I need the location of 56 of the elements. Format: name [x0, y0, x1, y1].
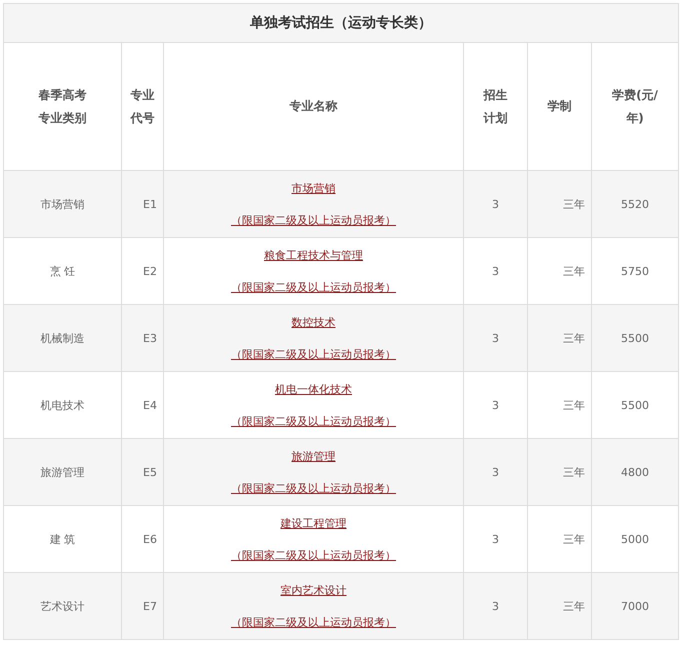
restriction-link[interactable]: （限国家二级及以上运动员报考） — [231, 346, 396, 362]
table-cell: 机械制造 — [4, 304, 122, 372]
table-cell: 5500 — [592, 372, 678, 438]
table-cell: 3 — [464, 506, 528, 572]
table-cell: 机电技术 — [4, 372, 122, 438]
table-cell: E7 — [122, 572, 164, 640]
table-cell: 艺术设计 — [4, 572, 122, 640]
major-link[interactable]: 市场营销 — [292, 180, 336, 196]
table-cell: 3 — [464, 372, 528, 438]
table-cell: 建 筑 — [4, 506, 122, 572]
table-title: 单独考试招生（运动专长类） — [4, 4, 678, 42]
column-header: 学费(元/年) — [611, 86, 659, 126]
major-link[interactable]: 数控技术 — [292, 314, 336, 330]
table-cell: E3 — [122, 304, 164, 372]
table-cell: 3 — [464, 170, 528, 238]
table-cell: 三年 — [528, 372, 592, 438]
table-cell: 3 — [464, 572, 528, 640]
table-cell: 旅游管理 — [4, 438, 122, 506]
major-link[interactable]: 室内艺术设计 — [280, 582, 346, 598]
table-cell: 5000 — [592, 506, 678, 572]
restriction-link[interactable]: （限国家二级及以上运动员报考） — [231, 414, 396, 428]
table-cell: 三年 — [528, 238, 592, 304]
table-cell: 烹 饪 — [4, 238, 122, 304]
column-header: 学制 — [546, 98, 572, 115]
table-cell: 三年 — [528, 438, 592, 506]
column-header: 招生计划 — [482, 86, 508, 126]
column-header: 春季高考专业类别 — [37, 86, 88, 126]
major-link[interactable]: 机电一体化技术 — [275, 382, 352, 396]
table-cell: E6 — [122, 506, 164, 572]
table-cell: 5750 — [592, 238, 678, 304]
major-link[interactable]: 旅游管理 — [292, 448, 336, 464]
restriction-link[interactable]: （限国家二级及以上运动员报考） — [231, 212, 396, 228]
table-cell: 3 — [464, 238, 528, 304]
table-cell: 3 — [464, 304, 528, 372]
table-cell: 三年 — [528, 304, 592, 372]
table-cell: 三年 — [528, 572, 592, 640]
table-cell: 4800 — [592, 438, 678, 506]
table-cell: E1 — [122, 170, 164, 238]
restriction-link[interactable]: （限国家二级及以上运动员报考） — [231, 614, 396, 630]
table-cell: E5 — [122, 438, 164, 506]
table-cell: 5520 — [592, 170, 678, 238]
table-cell: 市场营销 — [4, 170, 122, 238]
table-cell: E4 — [122, 372, 164, 438]
major-link[interactable]: 粮食工程技术与管理 — [264, 248, 363, 262]
table-cell: 3 — [464, 438, 528, 506]
restriction-link[interactable]: （限国家二级及以上运动员报考） — [231, 480, 396, 496]
major-link[interactable]: 建设工程管理 — [280, 516, 346, 530]
table-cell: E2 — [122, 238, 164, 304]
restriction-link[interactable]: （限国家二级及以上运动员报考） — [231, 548, 396, 562]
column-header: 专业代号 — [129, 86, 156, 126]
table-cell: 三年 — [528, 506, 592, 572]
table-cell: 7000 — [592, 572, 678, 640]
table-cell: 三年 — [528, 170, 592, 238]
table-cell: 5500 — [592, 304, 678, 372]
column-header: 专业名称 — [290, 98, 338, 115]
restriction-link[interactable]: （限国家二级及以上运动员报考） — [231, 280, 396, 294]
